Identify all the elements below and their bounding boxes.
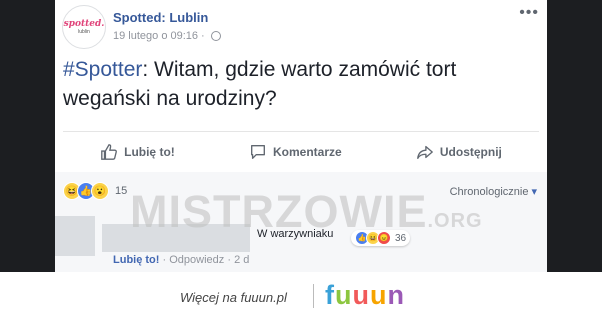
- page-avatar[interactable]: spotted. lublin: [62, 5, 106, 49]
- logo-letter: u: [352, 280, 370, 310]
- footer-link[interactable]: Więcej na fuuun.pl: [180, 290, 287, 305]
- chevron-down-icon: ▾: [531, 186, 537, 198]
- fuuun-logo[interactable]: fuuun: [325, 280, 405, 311]
- comment-button[interactable]: Komentarze: [249, 143, 342, 161]
- logo-letter: f: [325, 280, 335, 310]
- comment-icon: [251, 145, 265, 159]
- share-label: Udostępnij: [439, 145, 502, 159]
- ellipsis-icon[interactable]: •••: [519, 4, 539, 22]
- comment-like-link[interactable]: Lubię to!: [113, 254, 159, 266]
- footer-divider: [313, 284, 314, 308]
- watermark-text: MISTRZOWIE: [130, 186, 428, 237]
- page-name-link[interactable]: Spotted: Lublin: [113, 10, 208, 25]
- watermark: MISTRZOWIE.ORG: [130, 186, 483, 238]
- comment-reply-link[interactable]: Odpowiedz: [169, 254, 224, 266]
- comment-actions: Lubię to! · Odpowiedz · 2 d: [113, 254, 249, 266]
- share-icon: [417, 145, 433, 159]
- watermark-suffix: .ORG: [427, 210, 483, 232]
- comment-time[interactable]: 2 d: [234, 254, 249, 266]
- wow-icon: 😮: [91, 182, 109, 200]
- meta-separator: ·: [201, 30, 205, 42]
- separator: ·: [162, 254, 167, 266]
- logo-letter: u: [370, 280, 388, 310]
- post-meta: 19 lutego o 09:16 ·: [113, 30, 221, 42]
- thumbs-up-icon: [101, 144, 118, 160]
- post-text: #Spotter: Witam, gdzie warto zamówić tor…: [63, 55, 533, 113]
- comment-avatar[interactable]: [55, 216, 95, 256]
- footer: Więcej na fuuun.pl fuuun: [0, 272, 602, 318]
- post-timestamp[interactable]: 19 lutego o 09:16: [113, 30, 198, 42]
- hashtag-link[interactable]: #Spotter: [63, 58, 142, 81]
- reaction-summary[interactable]: 😆 👍 😮 15: [63, 182, 127, 200]
- logo-letter: u: [335, 280, 353, 310]
- divider: [63, 131, 539, 132]
- avatar-logo-bottom: lublin: [78, 28, 90, 35]
- reaction-count: 15: [115, 185, 128, 197]
- like-button[interactable]: Lubię to!: [100, 143, 175, 161]
- action-bar: Lubię to! Komentarze Udostępnij: [63, 136, 539, 168]
- comment-label: Komentarze: [272, 145, 342, 159]
- separator: ·: [227, 254, 232, 266]
- avatar-logo-top: spotted.: [63, 18, 105, 29]
- globe-icon: [210, 31, 221, 41]
- logo-letter: n: [387, 280, 405, 310]
- like-label: Lubię to!: [124, 145, 175, 159]
- share-button[interactable]: Udostępnij: [416, 143, 502, 161]
